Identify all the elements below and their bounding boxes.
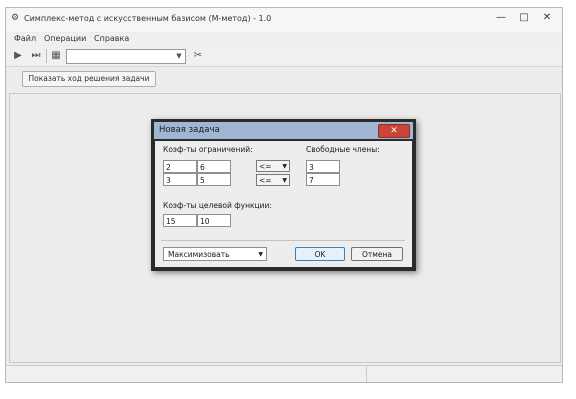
dialog-close-button[interactable]: ✕ — [378, 124, 410, 138]
optimization-mode-value: Максимизовать — [168, 250, 230, 259]
chevron-down-icon: ▼ — [282, 177, 287, 184]
toolbar: ▶ ⏭ ▦ ▼ ✂ — [6, 46, 562, 67]
app-icon: ⚙ — [11, 13, 20, 23]
constraint-cell-1-2[interactable]: 6 — [197, 160, 231, 173]
constraint-cell-1-1[interactable]: 2 — [163, 160, 197, 173]
sheet-icon[interactable]: ▦ — [50, 50, 62, 62]
ok-button[interactable]: OK — [295, 247, 345, 261]
dialog-title: Новая задача — [159, 125, 220, 135]
menu-operations[interactable]: Операции — [44, 34, 86, 43]
menu-help[interactable]: Справка — [94, 34, 129, 43]
status-bar — [6, 365, 562, 382]
sign-select-1-value: <= — [259, 162, 272, 171]
sign-select-2[interactable]: <= ▼ — [256, 174, 290, 186]
toolbar-separator — [46, 49, 47, 63]
menu-bar: Файл Операции Справка — [6, 33, 562, 45]
constraint-cell-2-1[interactable]: 3 — [163, 173, 197, 186]
new-task-dialog: Новая задача ✕ Коэф-ты ограничений: 2 6 … — [151, 119, 416, 271]
optimization-mode-select[interactable]: Максимизовать ▼ — [163, 247, 267, 261]
rhs-cell-1[interactable]: 3 — [306, 160, 340, 173]
cancel-button[interactable]: Отмена — [351, 247, 403, 261]
dialog-title-bar: Новая задача ✕ — [154, 122, 413, 139]
close-button[interactable]: ✕ — [536, 11, 558, 25]
window-title: Симплекс-метод с искусственным базисом (… — [24, 14, 272, 23]
objective-label: Коэф-ты целевой функции: — [163, 201, 272, 210]
dialog-body: Коэф-ты ограничений: 2 6 3 5 <= ▼ <= ▼ С… — [155, 141, 412, 267]
show-solution-button[interactable]: Показать ход решения задачи — [22, 71, 156, 87]
step-forward-icon[interactable]: ⏭ — [30, 50, 42, 62]
chevron-down-icon: ▼ — [258, 251, 263, 258]
tools-icon[interactable]: ✂ — [192, 50, 204, 62]
chevron-down-icon: ▼ — [282, 163, 287, 170]
toolbar-combobox[interactable]: ▼ — [66, 49, 186, 64]
objective-cell-1[interactable]: 15 — [163, 214, 197, 227]
constraint-cell-2-2[interactable]: 5 — [197, 173, 231, 186]
rhs-label: Свободные члены: — [306, 145, 380, 154]
play-icon[interactable]: ▶ — [12, 50, 24, 62]
sign-select-1[interactable]: <= ▼ — [256, 160, 290, 172]
title-bar: ⚙ Симплекс-метод с искусственным базисом… — [6, 8, 562, 32]
constraints-label: Коэф-ты ограничений: — [163, 145, 253, 154]
objective-cell-2[interactable]: 10 — [197, 214, 231, 227]
menu-file[interactable]: Файл — [14, 34, 36, 43]
maximize-button[interactable]: □ — [513, 11, 535, 25]
chevron-down-icon[interactable]: ▼ — [174, 50, 184, 63]
rhs-cell-2[interactable]: 7 — [306, 173, 340, 186]
sign-select-2-value: <= — [259, 176, 272, 185]
status-divider — [366, 366, 367, 382]
dialog-divider — [161, 240, 405, 241]
minimize-button[interactable]: — — [490, 11, 512, 25]
